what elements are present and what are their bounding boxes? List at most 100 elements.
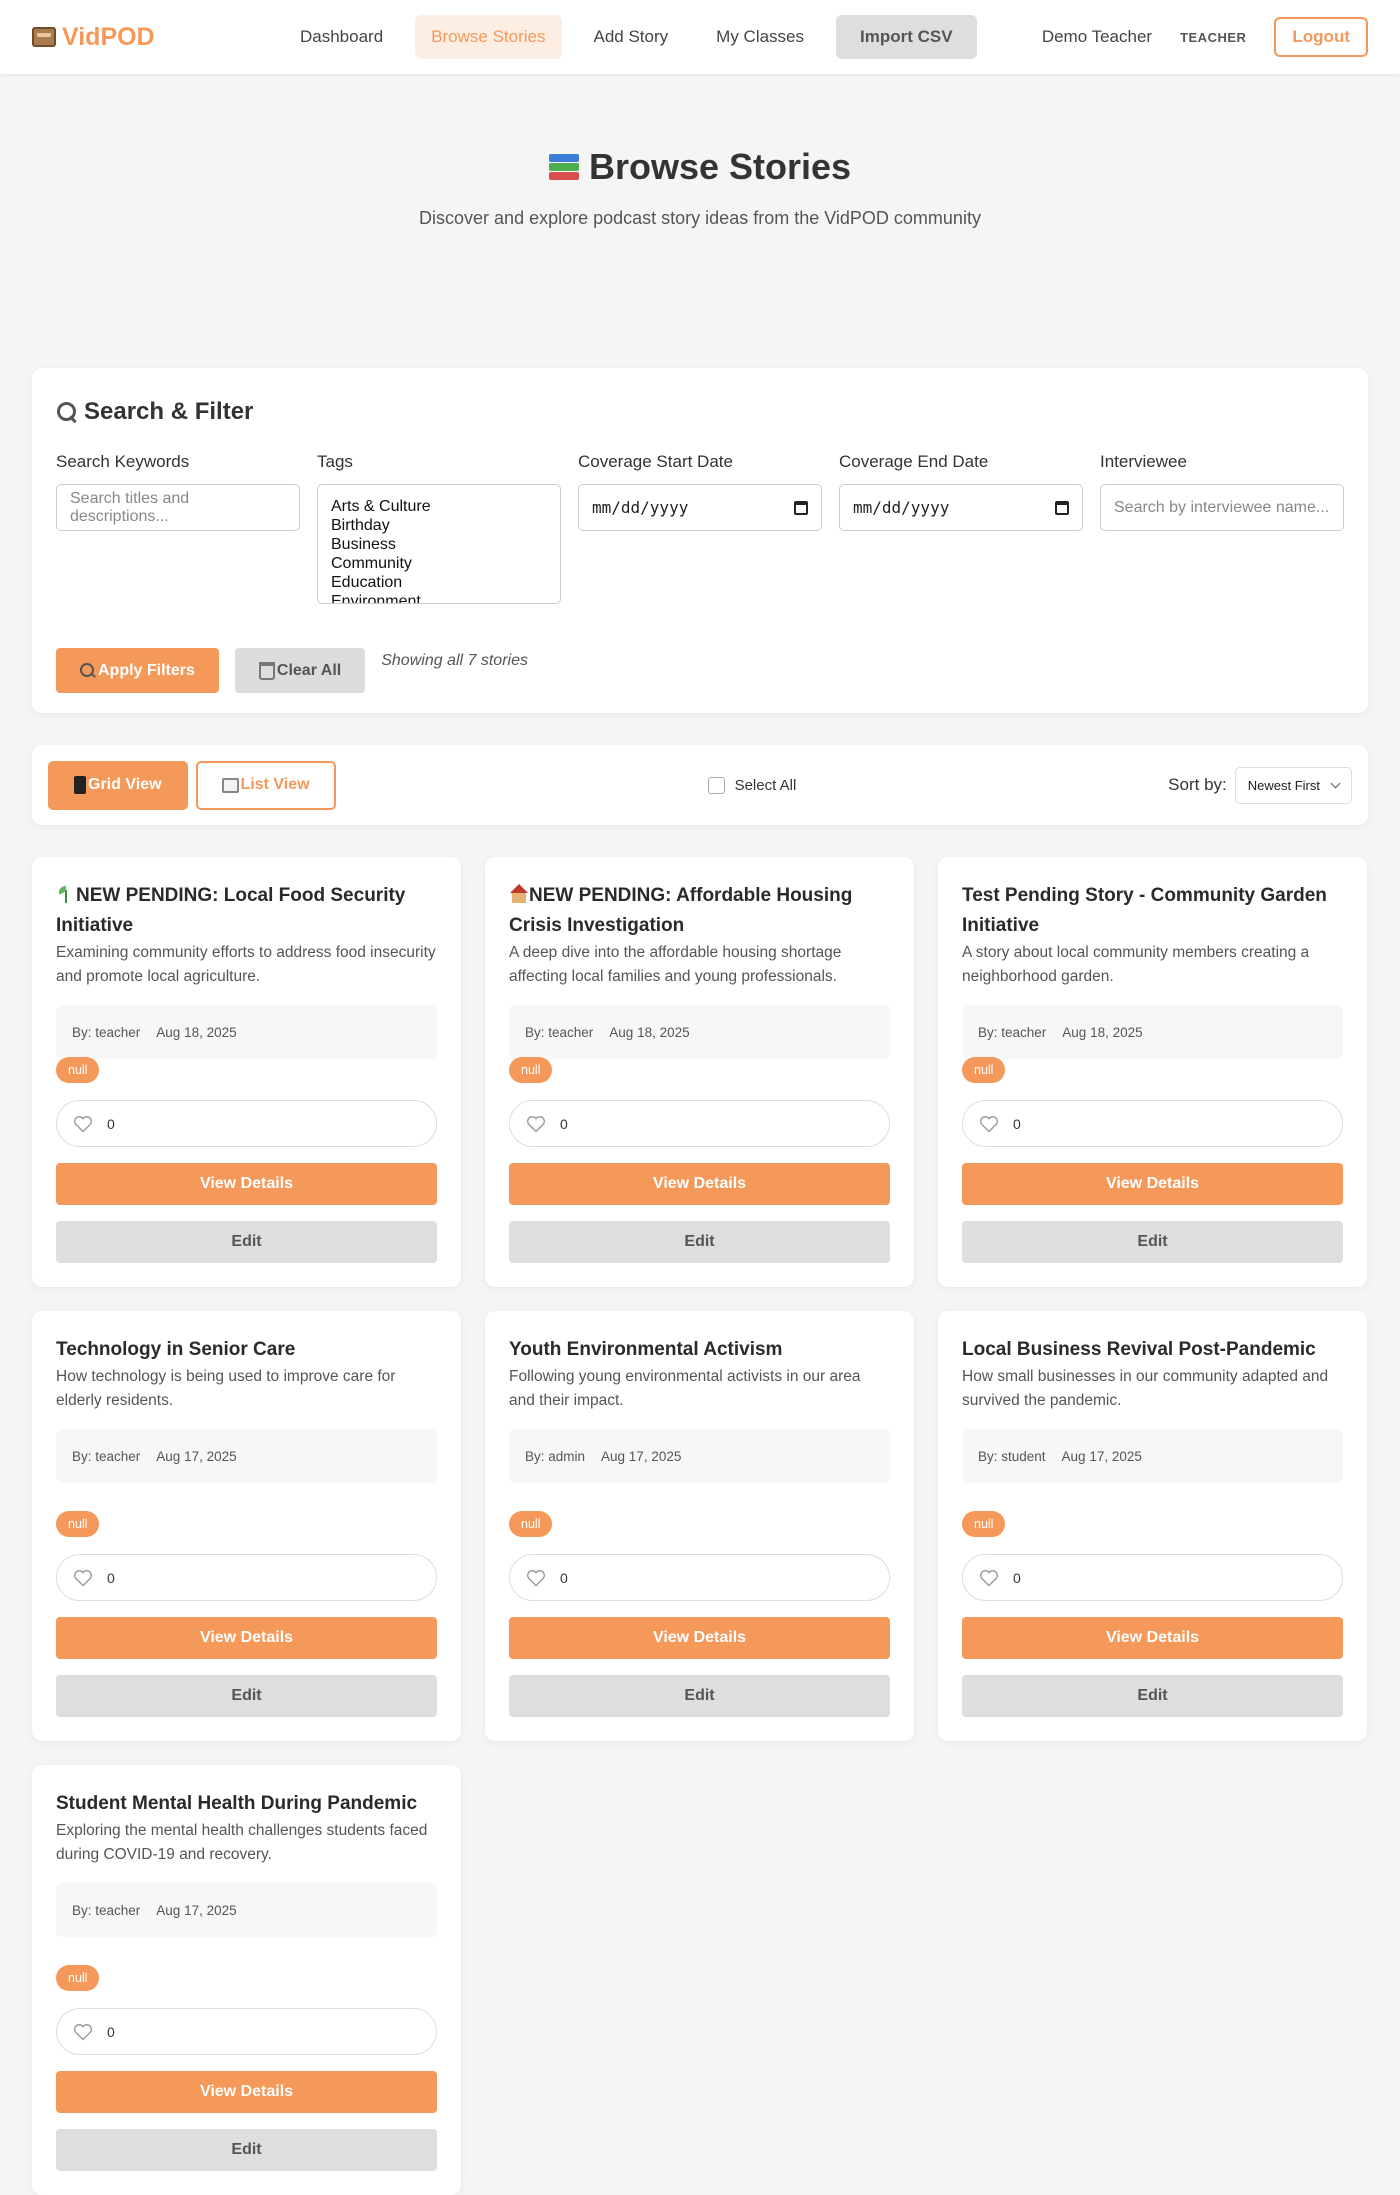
story-title[interactable]: Local Business Revival Post-Pandemic [962,1335,1343,1365]
story-grid: NEW PENDING: Local Food Security Initiat… [32,857,1368,2195]
like-count: 0 [107,1115,115,1132]
clear-all-button[interactable]: Clear All [234,648,366,693]
like-button[interactable]: 0 [509,1554,890,1601]
story-title-text: Local Business Revival Post-Pandemic [962,1339,1316,1360]
tag-option[interactable]: Birthday [331,516,547,535]
story-tag: null [56,1511,100,1537]
tag-option[interactable]: Community [331,554,547,573]
story-actions: null 0 View Details Edit [56,1511,437,1717]
import-csv-button[interactable]: Import CSV [836,15,977,59]
story-actions: null 0 View Details Edit [56,1057,437,1263]
story-title-text: NEW PENDING: Local Food Security Initiat… [56,885,406,936]
view-details-button[interactable]: View Details [56,1617,437,1659]
calendar-icon[interactable] [794,500,808,515]
story-title-text: Student Mental Health During Pandemic [56,1793,418,1814]
story-title[interactable]: NEW PENDING: Affordable Housing Crisis I… [509,881,890,941]
story-date: Aug 17, 2025 [156,1902,237,1918]
radio-icon [32,27,56,47]
story-tag: null [509,1511,553,1537]
edit-button[interactable]: Edit [509,1221,890,1263]
like-button[interactable]: 0 [962,1100,1343,1147]
story-title[interactable]: Technology in Senior Care [56,1335,437,1365]
nav-dashboard[interactable]: Dashboard [284,15,399,59]
story-card: NEW PENDING: Affordable Housing Crisis I… [485,857,914,1287]
end-date-input[interactable]: mm/dd/yyyy [839,484,1083,531]
app-logo[interactable]: VidPOD [32,23,252,52]
story-description: Examining community efforts to address f… [56,944,436,985]
story-card: Technology in Senior Care How technology … [32,1311,461,1741]
grid-view-button[interactable]: Grid View [48,760,188,810]
clear-all-label: Clear All [276,661,342,679]
interviewee-input[interactable]: Search by interviewee name... [1100,484,1344,531]
grid-view-label: Grid View [88,776,162,793]
sort-select[interactable]: Newest First [1234,766,1352,804]
view-details-button[interactable]: View Details [56,1163,437,1205]
start-date-input[interactable]: mm/dd/yyyy [578,484,822,531]
tag-option[interactable]: Education [331,573,547,592]
story-tag: null [962,1057,1006,1083]
sort-value: Newest First [1247,777,1320,793]
filter-actions: Apply Filters Clear All Showing all 7 st… [56,648,1344,693]
keywords-input[interactable]: Search titles and descriptions... [56,484,300,531]
select-all-control[interactable]: Select All [707,776,796,794]
like-count: 0 [107,1569,115,1586]
logout-button[interactable]: Logout [1274,17,1368,57]
story-date: Aug 18, 2025 [156,1024,237,1040]
story-title[interactable]: NEW PENDING: Local Food Security Initiat… [56,881,437,941]
edit-button[interactable]: Edit [56,1675,437,1717]
calendar-icon[interactable] [1055,500,1069,515]
like-button[interactable]: 0 [56,1100,437,1147]
page-header: Browse Stories Discover and explore podc… [0,74,1400,368]
story-date: Aug 18, 2025 [1062,1024,1143,1040]
tag-option[interactable]: Environment [331,592,547,603]
story-description: How small businesses in our community ad… [962,1368,1329,1409]
story-card: Student Mental Health During Pandemic Exp… [32,1765,461,2195]
like-button[interactable]: 0 [56,1554,437,1601]
nav-browse-stories[interactable]: Browse Stories [415,15,562,59]
story-author: By: teacher [978,1024,1047,1040]
edit-button[interactable]: Edit [56,2129,437,2171]
results-count: Showing all 7 stories [381,652,528,669]
tag-option[interactable]: Arts & Culture [331,497,547,516]
story-title[interactable]: Student Mental Health During Pandemic [56,1789,437,1819]
view-details-button[interactable]: View Details [56,2071,437,2113]
tags-multiselect[interactable]: Arts & Culture Birthday Business Communi… [317,484,561,604]
story-author: By: teacher [525,1024,594,1040]
edit-button[interactable]: Edit [509,1675,890,1717]
sort-label: Sort by: [1168,775,1227,794]
user-name: Demo Teacher [1041,27,1153,46]
tag-option[interactable]: Business [331,535,547,554]
apply-filters-button[interactable]: Apply Filters [56,648,219,693]
list-view-button[interactable]: List View [195,760,336,810]
like-button[interactable]: 0 [962,1554,1343,1601]
nav-add-story[interactable]: Add Story [578,15,685,59]
search-icon [56,401,78,423]
view-details-button[interactable]: View Details [509,1617,890,1659]
edit-button[interactable]: Edit [56,1221,437,1263]
books-icon [548,152,579,182]
story-date: Aug 17, 2025 [601,1448,682,1464]
story-meta: By: teacher Aug 17, 2025 [56,1883,437,1937]
nav-my-classes[interactable]: My Classes [700,15,820,59]
story-meta: By: teacher Aug 18, 2025 [962,1005,1343,1059]
start-date-value: mm/dd/yyyy [592,498,689,517]
story-title-text: Youth Environmental Activism [509,1339,783,1360]
heart-icon [73,1569,93,1587]
select-all-checkbox[interactable] [707,776,725,794]
like-button[interactable]: 0 [509,1100,890,1147]
main-nav: Dashboard Browse Stories Add Story My Cl… [284,15,993,59]
interviewee-label: Interviewee [1100,452,1187,471]
story-title[interactable]: Youth Environmental Activism [509,1335,890,1365]
sprout-icon [56,884,76,904]
story-date: Aug 17, 2025 [1061,1448,1142,1464]
view-details-button[interactable]: View Details [509,1163,890,1205]
edit-button[interactable]: Edit [962,1221,1343,1263]
like-button[interactable]: 0 [56,2008,437,2055]
story-card: NEW PENDING: Local Food Security Initiat… [32,857,461,1287]
edit-button[interactable]: Edit [962,1675,1343,1717]
view-details-button[interactable]: View Details [962,1163,1343,1205]
story-title[interactable]: Test Pending Story - Community Garden In… [962,881,1343,941]
view-details-button[interactable]: View Details [962,1617,1343,1659]
story-date: Aug 18, 2025 [609,1024,690,1040]
list-view-label: List View [240,776,310,793]
